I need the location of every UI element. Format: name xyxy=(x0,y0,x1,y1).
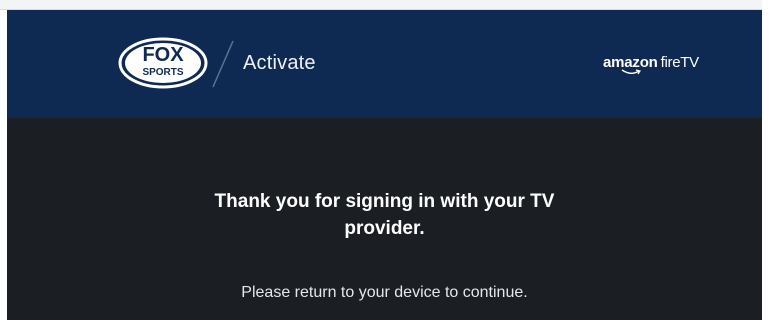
header-divider xyxy=(208,40,238,88)
confirmation-heading: Thank you for signing in with your TV pr… xyxy=(7,188,762,242)
page-title: Activate xyxy=(243,52,316,74)
fox-sports-logo: FOX SPORTS xyxy=(117,37,209,89)
activation-page: FOX SPORTS Activate amazon fireTV Thank y… xyxy=(0,0,770,320)
amazon-fire-tv-logo: amazon fireTV xyxy=(603,54,700,75)
amazon-smile-icon xyxy=(621,69,641,75)
fox-logo-text: FOX xyxy=(142,44,184,66)
return-instruction: Please return to your device to continue… xyxy=(241,284,528,301)
activation-content: Thank you for signing in with your TV pr… xyxy=(7,118,762,320)
browser-top-strip xyxy=(0,0,762,10)
site-header: FOX SPORTS Activate amazon fireTV xyxy=(7,10,762,118)
fire-tv-logo-text: fireTV xyxy=(660,54,700,71)
confirmation-heading-text: Thank you for signing in with your TV pr… xyxy=(214,190,555,239)
fox-sports-logo-icon: FOX SPORTS xyxy=(118,37,208,89)
sports-logo-text: SPORTS xyxy=(142,67,183,78)
